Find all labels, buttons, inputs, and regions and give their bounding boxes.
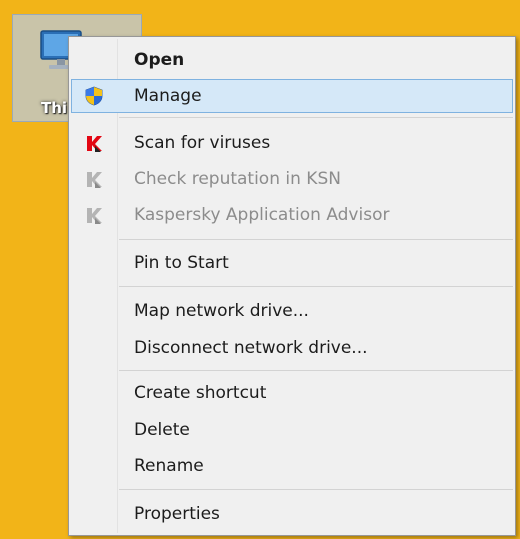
menu-item-label: Manage — [134, 86, 202, 106]
menu-item-rename[interactable]: Rename — [71, 449, 513, 483]
menu-item-open[interactable]: Open — [71, 43, 513, 77]
menu-item-label: Delete — [134, 420, 190, 440]
kaspersky-k-icon — [87, 136, 102, 152]
menu-item-create-shortcut[interactable]: Create shortcut — [71, 376, 513, 410]
menu-item-label: Kaspersky Application Advisor — [134, 205, 390, 225]
menu-separator — [119, 117, 513, 118]
menu-item-label: Create shortcut — [134, 383, 267, 403]
uac-shield-icon — [85, 86, 103, 106]
menu-item-manage[interactable]: Manage — [71, 79, 513, 113]
menu-item-label: Pin to Start — [134, 253, 229, 273]
kaspersky-k-gray-icon — [87, 208, 102, 224]
menu-separator — [119, 370, 513, 371]
menu-item-label: Properties — [134, 504, 220, 524]
menu-item-delete[interactable]: Delete — [71, 413, 513, 447]
menu-item-label: Check reputation in KSN — [134, 169, 341, 189]
kaspersky-k-gray-icon — [87, 172, 102, 188]
menu-item-properties[interactable]: Properties — [71, 497, 513, 531]
menu-item-disconnect-network-drive[interactable]: Disconnect network drive... — [71, 331, 513, 365]
menu-item-scan-for-viruses[interactable]: Scan for viruses — [71, 126, 513, 160]
desktop-icon-label: Thi — [41, 99, 68, 117]
menu-separator — [119, 286, 513, 287]
menu-item-label: Disconnect network drive... — [134, 338, 368, 358]
menu-item-kaspersky-app-advisor[interactable]: Kaspersky Application Advisor — [71, 198, 513, 232]
menu-item-pin-to-start[interactable]: Pin to Start — [71, 246, 513, 280]
menu-item-label: Scan for viruses — [134, 133, 271, 153]
menu-item-label: Open — [134, 50, 185, 70]
menu-item-map-network-drive[interactable]: Map network drive... — [71, 294, 513, 328]
menu-item-label: Map network drive... — [134, 301, 309, 321]
menu-item-label: Rename — [134, 456, 204, 476]
context-menu: Open Manage Scan for viruses Check reput… — [68, 36, 516, 536]
menu-separator — [119, 239, 513, 240]
menu-item-check-reputation[interactable]: Check reputation in KSN — [71, 162, 513, 196]
menu-separator — [119, 489, 513, 490]
